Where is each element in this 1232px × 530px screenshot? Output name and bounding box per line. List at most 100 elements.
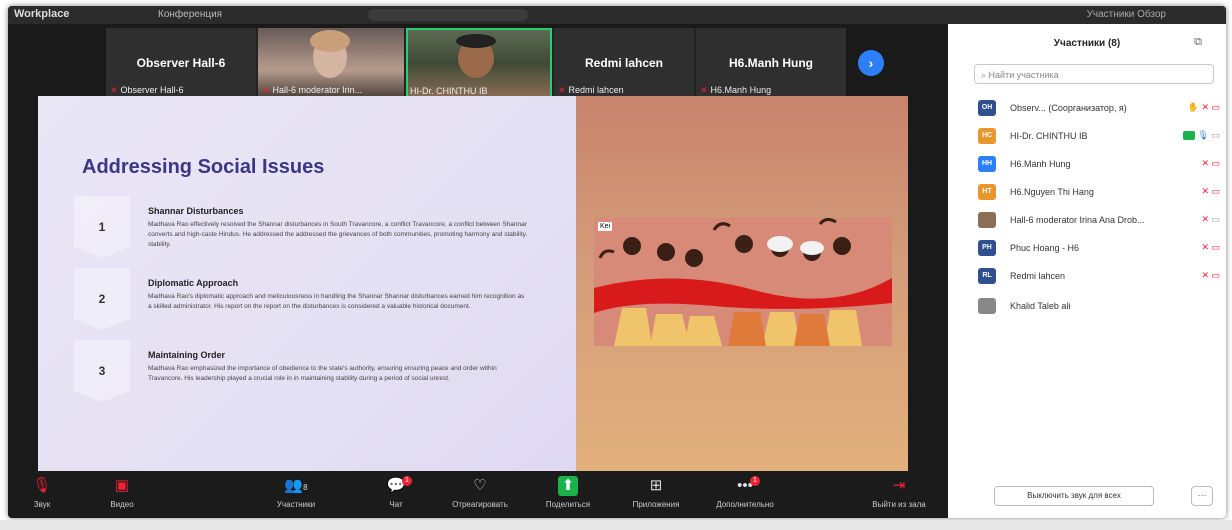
avatar [978,212,996,228]
leave-room-label: Выйти из зала [872,500,926,509]
meeting-toolbar: 🎙 Звук ▣ Видео 👥8 Участники 💬 1 Чат ♡ От… [8,472,948,518]
mic-muted-icon: 🎙 [32,477,52,494]
participants-button[interactable]: 👥8 Участники [266,476,326,509]
video-tile-active-speaker[interactable]: HI-Dr. CHINTHU IB [406,28,552,98]
mic-on-icon: 🎙 [1197,130,1209,140]
video-strip: Observer Hall-6 ✕ Observer Hall-6 ✕ Hall-6… [106,28,846,98]
participant-name: Hall-6 moderator Irina Ana Drob... [1010,215,1145,225]
slide-title: Addressing Social Issues [82,156,325,178]
participant-name: H6.Manh Hung [1010,159,1071,169]
apps-icon: ⊞ [649,477,663,494]
video-button[interactable]: ▣ Видео [102,476,142,509]
participant-row[interactable]: OH Observ... (Соорганизатор, я) ✋ ✕ ▭ [978,98,1226,120]
participant-row[interactable]: HT H6.Nguyen Thi Hang ✕ ▭ [978,182,1226,204]
title-right-text: Участники Обзор [1086,9,1166,20]
more-button[interactable]: ••• 1 Дополнительно [706,476,784,509]
participant-search-input[interactable]: ⌕ Найти участника [974,64,1214,84]
video-tile-redmi[interactable]: Redmi lahcen ✕ Redmi lahcen [554,28,694,98]
chat-button[interactable]: 💬 1 Чат [376,476,416,509]
mic-muted-icon: ✕ [110,85,118,95]
mic-muted-icon: ✕ [558,85,566,95]
react-button[interactable]: ♡ Отреагировать [440,476,520,509]
tile-caption: Observer Hall-6 [120,85,184,95]
video-off-icon: ▭ [1211,242,1220,252]
slide-illustration: Kei [594,218,892,346]
panel-title: Участники (8) [1053,38,1121,49]
app-title: Workplace [14,8,70,20]
more-badge: 1 [750,476,760,486]
item-heading: Diplomatic Approach [148,278,239,288]
panel-more-button[interactable]: ··· [1191,486,1213,506]
item-text: Madhava Rao's diplomatic approach and me… [148,293,525,310]
video-tile-manh-hung[interactable]: H6.Manh Hung ✕ H6.Manh Hung [696,28,846,98]
participant-name: Redmi lahcen [1010,271,1066,281]
participants-icon: 👥 [284,477,304,494]
crowd-illustration [594,218,892,346]
title-bar: Workplace Конференция Участники Обзор [8,6,1226,24]
share-icon: ⬆ [558,476,578,496]
avatar: PH [978,240,996,256]
apps-button[interactable]: ⊞ Приложения [624,476,688,509]
participant-row[interactable]: PH Phuc Hoang - H6 ✕ ▭ [978,238,1226,260]
react-icon: ♡ [473,477,487,494]
video-label: Видео [110,500,134,509]
tile-caption: HI-Dr. CHINTHU IB [410,86,488,96]
video-off-icon: ▣ [114,477,130,494]
step-box-2: 2 [74,268,130,330]
participant-name: Observ... (Соорганизатор, я) [1010,103,1127,113]
avatar: HC [978,128,996,144]
video-off-icon: ▭ [1211,102,1220,112]
mic-muted-icon: ✕ [1201,214,1212,224]
audio-label: Звук [33,500,51,509]
mic-muted-icon: ✕ [1201,270,1212,280]
meeting-window: Workplace Конференция Участники Обзор Ob… [8,6,1226,518]
react-label: Отреагировать [452,500,508,509]
participant-row[interactable]: RL Redmi lahcen ✕ ▭ [978,266,1226,288]
mic-muted-icon: ✕ [700,85,708,95]
step-box-1: 1 [74,196,130,258]
tile-name: Redmi lahcen [584,56,664,70]
mic-muted-icon: ✕ [1201,186,1212,196]
video-tile-observer[interactable]: Observer Hall-6 ✕ Observer Hall-6 [106,28,256,98]
conference-label: Конференция [158,9,223,20]
participant-row[interactable]: HH H6.Manh Hung ✕ ▭ [978,154,1226,176]
participants-label: Участники [276,500,316,509]
chat-label: Чат [389,500,403,509]
tile-caption: Hall-6 moderator Irin... [272,85,363,95]
tile-name: H6.Manh Hung [729,56,813,70]
step-box-3: 3 [74,340,130,402]
participant-name: HI-Dr. CHINTHU IB [1010,131,1088,141]
item-heading: Maintaining Order [148,350,226,360]
screen-share-icon [1183,131,1196,141]
shared-slide: Addressing Social Issues 1 Shannar Distu… [38,96,908,471]
next-page-icon[interactable]: › [858,50,884,76]
mic-muted-icon: ✕ [1201,242,1212,252]
video-off-icon: ▭ [1211,186,1220,196]
meeting-info-pill[interactable] [368,9,528,21]
participant-hair [310,30,350,52]
item-text: Madhava Rao emphasized the importance of… [148,365,497,382]
share-button[interactable]: ⬆ Поделиться [536,476,600,509]
video-tile-moderator[interactable]: ✕ Hall-6 moderator Irin... [258,28,404,98]
participant-row[interactable]: Hall-6 moderator Irina Ana Drob... ✕ ▭ [978,210,1226,232]
popout-icon[interactable]: ⧉ [1194,36,1202,49]
mic-muted-icon: ✕ [262,85,270,95]
hand-icon: ✋ [1187,102,1202,112]
avatar: RL [978,268,996,284]
tile-caption: Redmi lahcen [568,85,624,95]
participants-count: 8 [303,483,308,492]
item-text: Madhava Rao effectively resolved the Sha… [148,221,528,248]
leave-room-button[interactable]: ⇥ Выйти из зала [864,476,934,509]
mute-all-button[interactable]: Выключить звук для всех [994,486,1154,506]
more-icon: ••• [737,477,753,494]
participant-row[interactable]: HC HI-Dr. CHINTHU IB 🎙 ▭ [978,126,1226,148]
item-heading: Shannar Disturbances [148,206,244,216]
video-off-icon: ▭ [1211,130,1220,140]
participant-row[interactable]: Khalid Taleb ali [978,296,1226,318]
audio-button[interactable]: 🎙 Звук [22,476,62,509]
avatar: HT [978,184,996,200]
avatar: HH [978,156,996,172]
video-off-icon: ▭ [1211,214,1220,224]
tile-caption: H6.Manh Hung [710,85,772,95]
search-icon: ⌕ [981,70,989,80]
